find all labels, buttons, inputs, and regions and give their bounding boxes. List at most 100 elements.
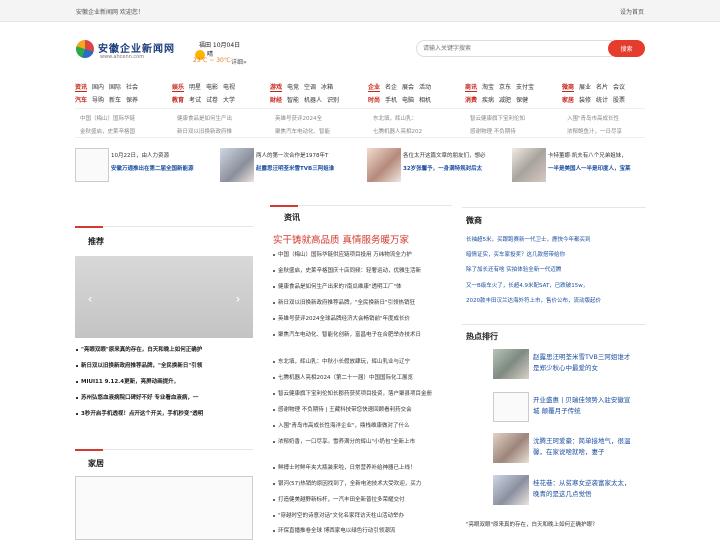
hot-title[interactable]: 开业盛惠 | 贝瑞佳领势入驻安徽宣城 颠覆月子传统 bbox=[533, 395, 633, 417]
search-input[interactable] bbox=[416, 40, 612, 57]
strip-link[interactable]: 英雄号获评2024全 bbox=[275, 114, 322, 122]
nav-head[interactable]: 商讯 bbox=[465, 84, 478, 92]
nav-link[interactable]: 电竞 bbox=[287, 84, 299, 91]
list-item[interactable]: 银河(57)热销的原因找到了，全新电池技术大受欢迎，买力 bbox=[273, 479, 421, 487]
set-homepage-link[interactable]: 设为首页 bbox=[620, 7, 644, 16]
strip-link[interactable]: 金秋盛启，史莱辛格国 bbox=[80, 127, 135, 135]
strip-link[interactable]: 感谢物理 不负期待 bbox=[470, 127, 516, 135]
nav-link[interactable]: 大学 bbox=[223, 97, 235, 104]
nav-link[interactable]: 股票 bbox=[613, 97, 625, 104]
nav-link[interactable]: 京东 bbox=[499, 84, 511, 91]
nav-link[interactable]: 国内 bbox=[92, 84, 104, 91]
list-item[interactable]: 又一B级车火了，长超4.9米配SAT，已跌破15w， bbox=[466, 281, 588, 289]
nav-head[interactable]: 微商 bbox=[562, 84, 575, 92]
list-item[interactable]: 聚焦汽车电动化、智能化创新，富昌电子在合肥举办技术日 bbox=[273, 330, 421, 338]
site-logo[interactable]: 安徽企业新闻网 www.ahcenn.com bbox=[76, 38, 174, 64]
nav-link[interactable]: 电影 bbox=[206, 84, 218, 91]
nav-link[interactable]: 相机 bbox=[419, 97, 431, 104]
hot-title[interactable]: 沈腾王珂爱豪：简单接地气，很温馨，在家说啥就啥，妻子 bbox=[533, 436, 633, 458]
nav-head[interactable]: 资讯 bbox=[75, 84, 88, 92]
strip-link[interactable]: 入围"青岛市高成长性 bbox=[567, 114, 619, 122]
list-item[interactable]: 新日双以旧换新政府推荐品牌，"全民换新日"引领热销狂 bbox=[273, 298, 415, 306]
nav-head[interactable]: 家居 bbox=[562, 97, 574, 104]
list-item[interactable]: "亮眼双眼"原来真的存在，白天和晚上如何正确护眼？ bbox=[466, 520, 598, 528]
feature-card[interactable]: 各位太开这篇文章的朋友们，想必 32岁张馨予，一身满特氛封后太 bbox=[367, 148, 507, 186]
list-item[interactable]: 鲜搏士时鲜年夹大瓶装来啦，日常营养补给神器已上线！ bbox=[273, 463, 416, 471]
strip-link[interactable]: 浓郁鲍鱼汁，一日尽享 bbox=[567, 127, 622, 135]
feature-card[interactable]: 卡特董娜·凯夫有八个兄弟姐妹， 一半是美国人一半是印度人，宝莱 bbox=[512, 148, 645, 186]
nav-link[interactable]: 保养 bbox=[126, 97, 138, 104]
nav-link[interactable]: 新车 bbox=[109, 97, 121, 104]
nav-link[interactable]: 名企 bbox=[385, 84, 397, 91]
nav-link[interactable]: 名片 bbox=[596, 84, 608, 91]
news-headline[interactable]: 实干铸就高品质 真情服务暖万家 bbox=[273, 232, 409, 246]
list-item[interactable]: 暗情证实，买车家投奖？这几款搭带给你 bbox=[466, 250, 565, 258]
nav-link[interactable]: 支付宝 bbox=[516, 84, 534, 91]
strip-link[interactable]: 七腾机器人亮相202 bbox=[373, 127, 422, 135]
nav-link[interactable]: 电脑 bbox=[402, 97, 414, 104]
nav-link[interactable]: 导购 bbox=[92, 97, 104, 104]
list-item[interactable]: 入围"青岛市高成长性海洋企业"，鼎栈维康做对了什么 bbox=[273, 421, 410, 429]
weather-detail-link[interactable]: 详细» bbox=[231, 57, 247, 66]
hot-title[interactable]: 赵露思汪明荃米雪TVB三阿姐谁才是郑少秋心中最爱的女 bbox=[533, 352, 633, 374]
list-item[interactable]: 3秒开启手机透视！点开这个开关，手机秒变"透明 bbox=[76, 409, 203, 417]
hot-title[interactable]: 桂花巷：从贫寒女逆袭富家太太，晚青的是这几点觉悟 bbox=[533, 478, 633, 500]
hot-item[interactable]: 赵露思汪明荃米雪TVB三阿姐谁才是郑少秋心中最爱的女 bbox=[466, 349, 646, 389]
list-item[interactable]: 金秋盛启，史莱辛格国庆十店同频：轻奢运动，优雅生活新 bbox=[273, 266, 421, 274]
feature-title[interactable]: 安徽万通推出在第二届全国新能源 bbox=[111, 164, 194, 172]
nav-link[interactable]: 机器人 bbox=[304, 97, 322, 104]
strip-link[interactable]: 聚焦汽车电动化、智能 bbox=[275, 127, 330, 135]
nav-link[interactable]: 保健 bbox=[516, 97, 528, 104]
nav-link[interactable]: 社会 bbox=[126, 84, 138, 91]
nav-head[interactable]: 财经 bbox=[270, 97, 282, 104]
nav-head[interactable]: 教育 bbox=[172, 97, 184, 104]
nav-link[interactable]: 疾病 bbox=[482, 97, 494, 104]
nav-link[interactable]: 展业 bbox=[579, 84, 591, 91]
strip-link[interactable]: 东北填，辉山乳： bbox=[373, 114, 417, 122]
nav-link[interactable]: 考试 bbox=[189, 97, 201, 104]
list-item[interactable]: 健康食品是如何生产出来的?南瓜维康"透明工厂"体 bbox=[273, 282, 401, 290]
feature-title[interactable]: 赵露思汪明荃米雪TVB三阿姐谁 bbox=[256, 164, 334, 172]
nav-link[interactable]: 试卷 bbox=[206, 97, 218, 104]
list-item[interactable]: 2020款丰田汉兰达海外符上市，售价公布，流动版起价 bbox=[466, 296, 601, 304]
nav-link[interactable]: 淘宝 bbox=[482, 84, 494, 91]
nav-link[interactable]: 展会 bbox=[402, 84, 414, 91]
nav-link[interactable]: 活动 bbox=[419, 84, 431, 91]
nav-link[interactable]: 手机 bbox=[385, 97, 397, 104]
list-item[interactable]: 除了加长还有啥 实拍体验全新一代迈腾 bbox=[466, 265, 561, 273]
nav-link[interactable]: 冰箱 bbox=[321, 84, 333, 91]
feature-card[interactable]: 10月22日，由人力资源 安徽万通推出在第二届全国新能源 bbox=[75, 148, 215, 186]
strip-link[interactable]: 新日双以旧换新政府推 bbox=[177, 127, 232, 135]
search-button[interactable]: 搜索 bbox=[608, 40, 645, 57]
nav-link[interactable]: 统计 bbox=[596, 97, 608, 104]
nav-link[interactable]: 智能 bbox=[287, 97, 299, 104]
strip-link[interactable]: 中国（梅山）国际华链 bbox=[80, 114, 135, 122]
nav-link[interactable]: 国际 bbox=[109, 84, 121, 91]
list-item[interactable]: 东北填，辉山乳：中秋小长假放肆玩，辉山乳业与辽宁 bbox=[273, 357, 410, 365]
slider-next-icon[interactable]: › bbox=[233, 292, 243, 306]
nav-head[interactable]: 时尚 bbox=[368, 97, 380, 104]
list-item[interactable]: 环保直播推卷全球 博西家电以绿色行动引领潮流 bbox=[273, 526, 395, 534]
list-item[interactable]: 英雄号获评2024全球品牌经济大会畅销前"年度成长价 bbox=[273, 314, 410, 322]
list-item[interactable]: 苏州弘悠血液病院口碑好不好 专业看血液病，一 bbox=[76, 393, 198, 401]
nav-head[interactable]: 娱乐 bbox=[172, 84, 185, 92]
nav-link[interactable]: 明星 bbox=[189, 84, 201, 91]
nav-link[interactable]: 会议 bbox=[613, 84, 625, 91]
list-item[interactable]: 七腾机器人亮相2024（第二十一届）中国国际化工展览 bbox=[273, 373, 413, 381]
list-item[interactable]: "穿越时空的诗意对话"文化名家拜访天柱山活动举办 bbox=[273, 511, 404, 519]
list-item[interactable]: 打造健美越野新标杆，一汽丰田全新普拉多荣耀交付 bbox=[273, 495, 405, 503]
hot-item[interactable]: 沈腾王珂爱豪：简单接地气，很温馨，在家说啥就啥，妻子 bbox=[466, 433, 646, 473]
list-item[interactable]: 浓郁奶香，一口尽享。雪养满分的辉山"小奶包"全新上市 bbox=[273, 437, 415, 445]
list-item[interactable]: 感谢物理 不负期待 | 王藏科技带您快速回顾看利药交会 bbox=[273, 405, 412, 413]
nav-head[interactable]: 游戏 bbox=[270, 84, 283, 92]
nav-link[interactable]: 电视 bbox=[223, 84, 235, 91]
nav-head[interactable]: 消费 bbox=[465, 97, 477, 104]
strip-link[interactable]: 智云健康旗下宝利伦知 bbox=[470, 114, 525, 122]
feature-title[interactable]: 32岁张馨予，一身满特氛封后太 bbox=[403, 164, 482, 172]
strip-link[interactable]: 健康食品是如何生产出 bbox=[177, 114, 232, 122]
nav-link[interactable]: 识别 bbox=[327, 97, 339, 104]
list-item[interactable]: 中国（梅山）国际华链供应链项目投用 万纬物流全力护 bbox=[273, 250, 412, 258]
list-item[interactable]: 长袖超5米，买跟跑赛新一代卫士，鹿快今年都买到 bbox=[466, 235, 591, 243]
list-item[interactable]: "亮眼双眼"原来真的存在，白天和晚上如何正确护 bbox=[76, 345, 202, 353]
recommend-slider[interactable]: ‹ › bbox=[75, 256, 253, 338]
